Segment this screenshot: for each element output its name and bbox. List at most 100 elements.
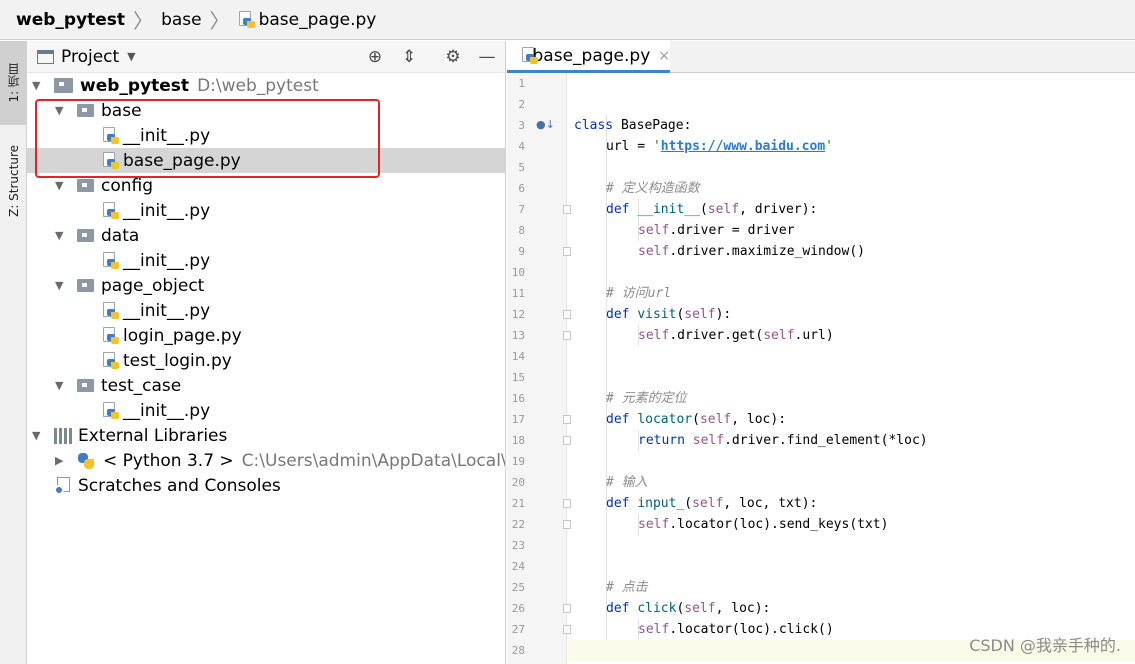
python-file-icon: [102, 252, 119, 269]
code-line-4: url = 'https://www.baidu.com': [606, 136, 833, 157]
watermark: CSDN @我亲手种的.: [969, 636, 1121, 655]
code-token: .driver = driver: [669, 223, 795, 238]
line-number: 22: [511, 518, 525, 531]
line-number: 21: [511, 497, 525, 510]
code-token: self: [707, 202, 740, 217]
line-number: 24: [511, 560, 525, 573]
code-token: def: [606, 202, 638, 217]
line-number: 12: [511, 308, 525, 321]
tree-item-file[interactable]: __init__.py: [27, 248, 505, 273]
code-line-12: def visit(self):: [606, 304, 731, 325]
code-token: self: [638, 223, 670, 238]
tree-item-file[interactable]: test_login.py: [27, 348, 505, 373]
tree-item-file[interactable]: login_page.py: [27, 323, 505, 348]
code-editor: base_page.py × ●↓ 1 2 3 4 5 6 7 8 9 10 11 12 13 14 15 1…: [507, 41, 1135, 664]
code-token: self: [763, 328, 795, 343]
line-number: 1: [518, 77, 525, 90]
line-number: 7: [518, 203, 525, 216]
tree-label: __init__.py: [123, 300, 211, 321]
breadcrumb-project[interactable]: web_pytest: [16, 10, 125, 30]
code-token: def: [606, 601, 638, 616]
tree-item-file[interactable]: __init__.py: [27, 198, 505, 223]
collapse-all-icon[interactable]: ⇕: [399, 47, 419, 67]
line-number: 17: [511, 413, 525, 426]
line-number: 26: [511, 602, 525, 615]
minimize-icon[interactable]: —: [477, 47, 497, 67]
code-token: self: [638, 244, 670, 259]
code-token: .locator(loc).send_keys(txt): [669, 517, 889, 532]
code-token: self: [638, 517, 670, 532]
breadcrumb-file[interactable]: base_page.py: [238, 10, 376, 30]
code-token: self: [684, 601, 716, 616]
code-token: def: [606, 412, 638, 427]
code-token: locator: [637, 412, 693, 427]
tree-label: External Libraries: [78, 425, 228, 446]
tree-item-data[interactable]: ▼ data: [27, 223, 505, 248]
bookmark-arrow-icon[interactable]: ●↓: [536, 118, 555, 131]
line-number: 27: [511, 623, 525, 636]
breadcrumb-folder[interactable]: base: [161, 10, 202, 30]
tree-item-page-object[interactable]: ▼ page_object: [27, 273, 505, 298]
tree-label: __init__.py: [123, 200, 211, 221]
tab-structure-label: Z: Structure: [6, 145, 21, 217]
expand-arrow-icon[interactable]: ▼: [55, 279, 63, 292]
expand-arrow-icon[interactable]: ▼: [32, 429, 40, 442]
code-comment: # 点击: [606, 580, 648, 595]
code-token: url =: [606, 139, 653, 154]
code-comment: # 定义构造函数: [606, 181, 700, 196]
chevron-right-icon: 〉: [133, 9, 154, 33]
tree-label: __init__.py: [123, 250, 211, 271]
code-line-17: def locator(self, loc):: [606, 409, 786, 430]
tree-item-scratches[interactable]: Scratches and Consoles: [27, 473, 505, 498]
code-line-18: return self.driver.find_element(*loc): [638, 430, 928, 451]
gear-icon[interactable]: ⚙: [443, 47, 463, 67]
line-number: 25: [511, 581, 525, 594]
project-panel-title[interactable]: Project: [61, 47, 119, 67]
line-number-gutter: ●↓ 1 2 3 4 5 6 7 8 9 10 11 12 13 14 15 16 17 18 19 20 21 22 23…: [507, 73, 571, 664]
close-icon[interactable]: ×: [658, 48, 670, 64]
locate-target-icon[interactable]: ⊕: [365, 47, 385, 67]
expand-arrow-icon[interactable]: ▼: [55, 379, 63, 392]
tree-item-external-libraries[interactable]: ▼ External Libraries: [27, 423, 505, 448]
tab-structure-tool-window[interactable]: Z: Structure: [0, 131, 27, 231]
tree-label: data: [101, 225, 140, 246]
editor-tab-base-page[interactable]: base_page.py ×: [507, 41, 670, 73]
line-number: 10: [511, 266, 525, 279]
expand-arrow-right-icon[interactable]: ▶: [55, 454, 63, 467]
tab-project-tool-window[interactable]: 1: 项目: [0, 41, 27, 125]
code-token: def: [606, 307, 638, 322]
code-line-21: def input_(self, loc, txt):: [606, 493, 817, 514]
code-comment: # 访问url: [606, 286, 672, 301]
tab-project-label: 1: 项目: [7, 63, 21, 103]
python-logo-icon: [77, 452, 95, 470]
chevron-down-icon[interactable]: ▼: [127, 50, 135, 63]
tree-item-file[interactable]: __init__.py: [27, 298, 505, 323]
project-panel-header: Project ▼ ⊕ ⇕ ⚙ —: [27, 41, 505, 73]
line-number: 14: [511, 350, 525, 363]
tree-label: config: [101, 175, 154, 196]
code-token: , loc):: [731, 412, 787, 427]
code-url-link[interactable]: https://www.baidu.com: [661, 139, 825, 154]
code-token: .driver.maximize_window(): [669, 244, 865, 259]
code-token: .driver.find_element(*loc): [724, 433, 928, 448]
code-token: ': [652, 139, 661, 154]
tree-item-test-case[interactable]: ▼ test_case: [27, 373, 505, 398]
tree-item-file[interactable]: __init__.py: [27, 398, 505, 423]
tree-label: web_pytest: [80, 75, 190, 96]
code-token: click: [637, 601, 677, 616]
tree-item-root[interactable]: ▼ web_pytest D:\web_pytest: [27, 73, 505, 98]
tree-item-python-sdk[interactable]: ▶ < Python 3.7 > C:\Users\admin\AppData\…: [27, 448, 505, 473]
expand-arrow-icon[interactable]: ▼: [55, 229, 63, 242]
code-token: self: [684, 307, 716, 322]
expand-arrow-icon[interactable]: ▼: [55, 179, 63, 192]
code-line-26: def click(self, loc):: [606, 598, 770, 619]
expand-arrow-icon[interactable]: ▼: [32, 79, 40, 92]
line-number: 3: [518, 119, 525, 132]
code-area[interactable]: class BasePage: url = 'https://www.baidu…: [568, 73, 1135, 664]
line-number: 8: [518, 224, 525, 237]
code-line-9: self.driver.maximize_window(): [638, 241, 865, 262]
line-number: 15: [511, 371, 525, 384]
line-number: 28: [511, 644, 525, 657]
tree-label: page_object: [101, 275, 205, 296]
python-file-icon: [102, 327, 119, 344]
